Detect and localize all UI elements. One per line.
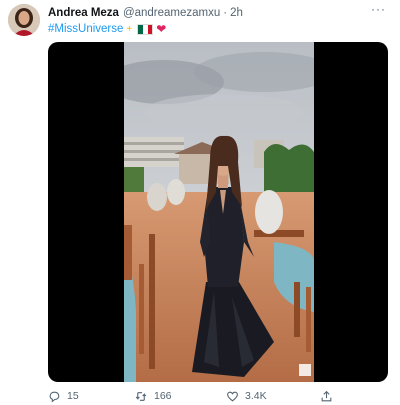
like-button[interactable]: 3.4K [226,390,267,403]
avatar-image [8,4,40,36]
reply-button[interactable]: 15 [48,390,79,403]
author-handle[interactable]: @andreamezamxu [123,7,220,19]
like-count: 3.4K [245,390,267,402]
author-name[interactable]: Andrea Meza [48,7,119,19]
heart-emoji: ❤ [156,22,167,36]
tweet-header: Andrea Meza @andreamezamxu · 2h [48,5,400,21]
share-icon [321,390,332,401]
reply-icon [49,391,60,402]
retweet-count: 166 [154,390,172,402]
timestamp[interactable]: 2h [230,7,243,19]
avatar[interactable] [8,4,40,36]
heart-icon [227,391,238,402]
reply-count: 15 [67,390,79,402]
tweet-actions: 15 166 3.4K [48,388,388,404]
video-frame [124,42,314,382]
tweet[interactable]: Andrea Meza @andreamezamxu · 2h ··· #Mis… [0,0,400,405]
tweet-text: #MissUniverse + ❤ [48,21,166,37]
retweet-icon [135,391,147,401]
retweet-button[interactable]: 166 [134,390,172,403]
more-options-icon[interactable]: ··· [371,2,386,16]
sparkle-emoji: + [126,23,133,35]
hashtag-link[interactable]: #MissUniverse [48,23,123,35]
share-button[interactable] [320,390,333,403]
separator: · [223,7,228,19]
tweet-video[interactable] [48,42,388,382]
mexico-flag-icon [137,23,154,35]
